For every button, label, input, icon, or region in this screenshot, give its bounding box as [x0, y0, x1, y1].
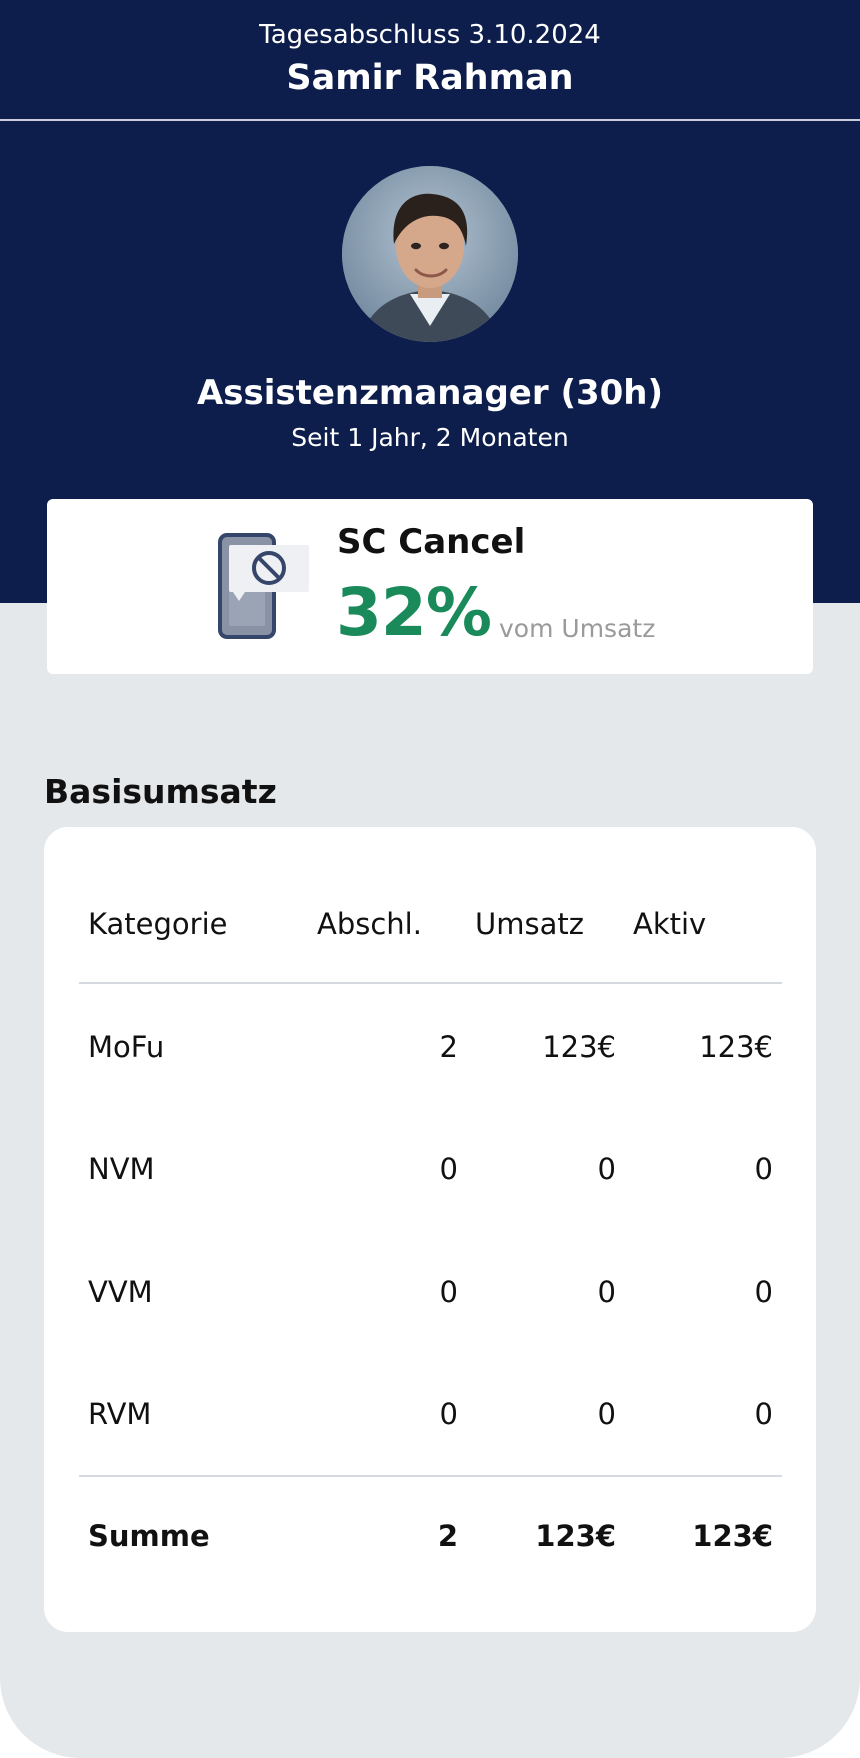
- cell-aktiv: 0: [754, 1152, 773, 1186]
- table-row: RVM 0 0 0: [44, 1397, 816, 1457]
- total-divider: [79, 1475, 782, 1477]
- table-row: MoFu 2 123€ 123€: [44, 1030, 816, 1090]
- cell-aktiv: 0: [754, 1275, 773, 1309]
- cell-umsatz: 123€: [542, 1030, 616, 1064]
- avatar: [342, 166, 518, 342]
- kpi-unit: vom Umsatz: [499, 614, 656, 643]
- table-row: VVM 0 0 0: [44, 1275, 816, 1335]
- cell-umsatz: 0: [597, 1152, 616, 1186]
- person-photo-icon: [342, 166, 518, 342]
- sc-cancel-card: SC Cancel 32% vom Umsatz: [47, 499, 813, 674]
- cell-kategorie: RVM: [88, 1397, 152, 1431]
- cell-abschluesse: 0: [439, 1275, 458, 1309]
- kpi-title: SC Cancel: [337, 522, 526, 562]
- job-role: Assistenzmanager (30h): [196, 373, 664, 413]
- header-divider: [79, 982, 782, 984]
- total-abschluesse: 2: [437, 1519, 458, 1553]
- basisumsatz-table: Kategorie Abschl. Umsatz Aktiv MoFu 2 12…: [44, 827, 816, 1632]
- cell-kategorie: NVM: [88, 1152, 155, 1186]
- top-bar: Tagesabschluss 3.10.2024 Samir Rahman: [0, 0, 860, 121]
- table-row: NVM 0 0 0: [44, 1152, 816, 1212]
- cell-abschluesse: 0: [439, 1152, 458, 1186]
- employment-tenure: Seit 1 Jahr, 2 Monaten: [291, 423, 569, 452]
- cell-abschluesse: 2: [439, 1030, 458, 1064]
- phone-cancel-icon: [218, 533, 309, 639]
- cell-umsatz: 0: [597, 1397, 616, 1431]
- cell-abschluesse: 0: [439, 1397, 458, 1431]
- cell-aktiv: 0: [754, 1397, 773, 1431]
- column-header-umsatz: Umsatz: [475, 907, 584, 941]
- total-row: Summe 2 123€ 123€: [44, 1519, 816, 1579]
- total-umsatz: 123€: [535, 1519, 616, 1553]
- cell-kategorie: MoFu: [88, 1030, 165, 1064]
- daily-closing-date: Tagesabschluss 3.10.2024: [259, 20, 601, 50]
- kpi-percentage: 32%: [336, 574, 492, 651]
- total-aktiv: 123€: [692, 1519, 773, 1553]
- section-title-basisumsatz: Basisumsatz: [44, 772, 277, 811]
- daily-summary-screen: Tagesabschluss 3.10.2024 Samir Rahman As…: [0, 0, 860, 1758]
- cell-kategorie: VVM: [88, 1275, 153, 1309]
- cell-aktiv: 123€: [699, 1030, 773, 1064]
- employee-name: Samir Rahman: [286, 58, 574, 98]
- column-header-kategorie: Kategorie: [88, 907, 228, 941]
- total-label: Summe: [88, 1519, 210, 1553]
- column-header-aktiv: Aktiv: [633, 907, 707, 941]
- column-header-abschluesse: Abschl.: [317, 907, 422, 941]
- cell-umsatz: 0: [597, 1275, 616, 1309]
